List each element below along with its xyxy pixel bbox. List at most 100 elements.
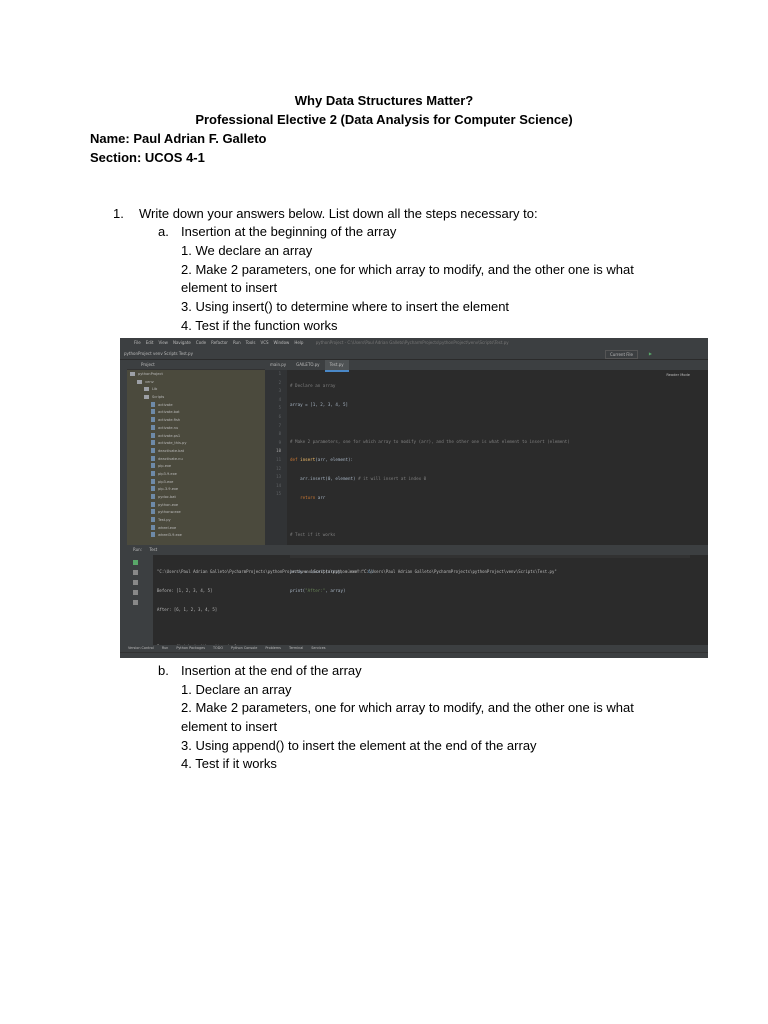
step: 3. Using insert() to determine where to … xyxy=(181,299,510,314)
item-b-title: Insertion at the end of the array xyxy=(181,663,362,678)
line-number: 15 xyxy=(276,491,281,497)
tool-tab: TODO xyxy=(212,646,224,650)
tree-file: activate.bat xyxy=(127,409,265,417)
menu-bar: File Edit View Navigate Code Refactor Run Tools… xyxy=(120,338,708,348)
tree-file: wheel3.9.exe xyxy=(127,532,265,540)
menu-run: Run xyxy=(232,340,241,345)
line-numbers: 1 2 3 4 5 6 7 8 9 10 11 12 13 14 15 xyxy=(265,370,287,545)
line-number: 7 xyxy=(278,422,281,428)
tree-folder: Lib xyxy=(127,386,265,394)
line-number: 6 xyxy=(278,413,281,419)
step: 1. Declare an array xyxy=(181,682,292,697)
editor-tabs: main.py GAILETO.py Test.py xyxy=(265,360,708,372)
line-number: 11 xyxy=(276,456,281,462)
window-title: pythonProject - C:\Users\Paul Adrian Gal… xyxy=(315,340,509,345)
tree-file: activate xyxy=(127,402,265,410)
tool-tab: Run xyxy=(161,646,169,650)
code-line: def insert(arr, element): xyxy=(290,457,354,463)
tool-tab: Services xyxy=(311,646,326,650)
tree-folder: venv xyxy=(127,379,265,387)
tree-file: deactivate.bat xyxy=(127,448,265,456)
ide-screenshot: File Edit View Navigate Code Refactor Run Tools… xyxy=(120,338,708,658)
tool-tab: Python Console xyxy=(231,646,258,650)
tree-file: activate.ps1 xyxy=(127,433,265,441)
project-panel: Project pythonProject venv Lib Scripts a… xyxy=(127,360,265,545)
menu-code: Code xyxy=(195,340,207,345)
run-label: Run: xyxy=(133,547,143,552)
tree-root: pythonProject xyxy=(127,371,265,379)
tree-file: python.exe xyxy=(127,502,265,510)
step: element to insert xyxy=(181,280,278,295)
run-panel-header: Run: Test xyxy=(127,545,708,555)
course-title: Professional Elective 2 (Data Analysis f… xyxy=(195,112,573,127)
console-line: "C:\Users\Paul Adrian Galleto\PycharmPro… xyxy=(157,569,557,574)
tool-tab: Terminal xyxy=(288,646,304,650)
line-number: 5 xyxy=(278,405,281,411)
item-a-label: a. xyxy=(158,224,169,239)
run-toolbar xyxy=(127,555,153,645)
tree-file: pydoc.bat xyxy=(127,494,265,502)
line-number: 10 xyxy=(276,448,281,454)
code-line: # Test if it works xyxy=(290,531,336,537)
tree-file: pip.exe xyxy=(127,463,265,471)
line-number: 9 xyxy=(278,439,281,445)
step: 2. Make 2 parameters, one for which arra… xyxy=(181,700,634,715)
step: 1. We declare an array xyxy=(181,243,313,258)
tool-tab: Version Control xyxy=(128,646,154,650)
tool-tab: Problems xyxy=(265,646,281,650)
tree-file: pip3.exe xyxy=(127,479,265,487)
line-number: 1 xyxy=(278,371,281,376)
run-tab: Test xyxy=(149,547,158,552)
line-number: 8 xyxy=(278,431,281,437)
tree-file: activate_this.py xyxy=(127,440,265,448)
console-line: After: [6, 1, 2, 3, 4, 5] xyxy=(157,606,218,612)
item-a-title: Insertion at the beginning of the array xyxy=(181,224,397,239)
question-number: 1. xyxy=(113,206,124,221)
section: Section: UCOS 4-1 xyxy=(90,150,205,165)
menu-vcs: VCS xyxy=(260,340,269,345)
code-line: # Make 2 parameters, one for which array… xyxy=(290,438,570,444)
tree-file: deactivate.nu xyxy=(127,456,265,464)
menu-view: View xyxy=(158,340,168,345)
bottom-tool-tabs: Version Control Run Python Packages TODO Pyt… xyxy=(120,645,708,652)
menu-window: Window xyxy=(273,340,290,345)
menu-navigate: Navigate xyxy=(172,340,191,345)
status-bar xyxy=(120,652,708,658)
code-line: array = [1, 2, 3, 4, 5] xyxy=(290,401,348,407)
tree-file: pip3.9.exe xyxy=(127,471,265,479)
code-line: # Declare an array xyxy=(290,383,336,388)
step: 3. Using append() to insert the element … xyxy=(181,738,537,753)
question-text: Write down your answers below. List down… xyxy=(139,206,538,221)
left-tool-strip xyxy=(120,360,127,645)
breadcrumb: pythonProject venv Scripts Test.py xyxy=(124,351,193,356)
line-number: 3 xyxy=(278,388,281,394)
tab-galleto-py: GAILETO.py xyxy=(296,362,320,367)
code-line: return arr xyxy=(290,494,326,500)
project-label: Project xyxy=(127,360,265,370)
tree-file: pip-3.9.exe xyxy=(127,486,265,494)
file-tree: pythonProject venv Lib Scripts activate a… xyxy=(127,370,265,545)
doc-title: Why Data Structures Matter? xyxy=(294,93,474,108)
console-line: Before: [1, 2, 3, 4, 5] xyxy=(157,587,213,593)
menu-refactor: Refactor xyxy=(211,340,228,345)
line-number: 4 xyxy=(278,396,281,402)
student-name: Name: Paul Adrian F. Galleto xyxy=(90,131,267,146)
tree-folder: Scripts xyxy=(127,394,265,402)
tree-file: activate.nu xyxy=(127,425,265,433)
tool-tab: Python Packages xyxy=(176,646,205,650)
line-number: 13 xyxy=(276,474,281,480)
console-output: "C:\Users\Paul Adrian Galleto\PycharmPro… xyxy=(153,555,708,649)
nav-bar: pythonProject venv Scripts Test.py Curre… xyxy=(120,348,708,360)
line-number: 12 xyxy=(276,465,281,471)
step: 4. Test if the function works xyxy=(181,318,338,333)
menu-tools: Tools xyxy=(245,340,256,345)
code-editor: # Declare an array array = [1, 2, 3, 4, … xyxy=(290,370,690,593)
step: element to insert xyxy=(181,719,278,734)
tree-file: pythonw.exe xyxy=(127,509,265,517)
code-line: arr.insert(0, element) # it will insert … xyxy=(290,475,427,481)
tab-main-py: main.py xyxy=(270,362,287,367)
tree-file: wheel.exe xyxy=(127,525,265,533)
line-number: 14 xyxy=(276,482,281,488)
item-b-label: b. xyxy=(158,663,169,678)
reader-mode: Reader Mode xyxy=(666,373,690,377)
